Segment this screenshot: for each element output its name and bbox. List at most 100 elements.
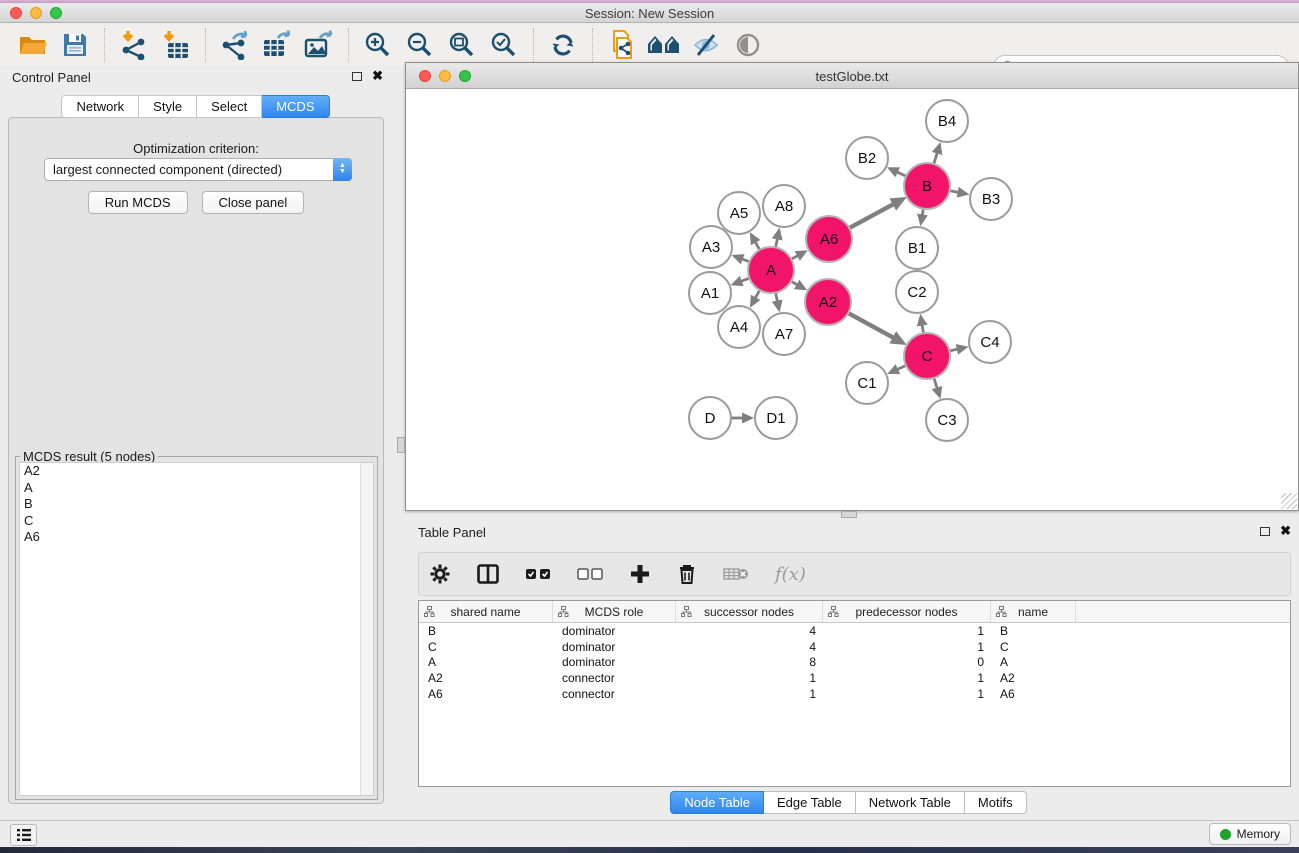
node-label: A: [766, 262, 776, 279]
table-cell: A6: [419, 687, 553, 701]
table-cell: 1: [676, 687, 823, 701]
edge-A2-C[interactable]: [846, 312, 894, 338]
app-titlebar: Session: New Session: [0, 3, 1299, 23]
zoom-fit-button[interactable]: [444, 28, 480, 62]
close-panel-icon[interactable]: ✖: [1280, 526, 1291, 536]
graph-node-A6[interactable]: A6: [806, 216, 852, 262]
network-graph: B4 B2 B B3 A5A8A6 B1 A3 A C2 A1 A2 A4A7 C4 C C1 C3 D D1: [406, 89, 1297, 510]
run-mcds-button[interactable]: Run MCDS: [88, 191, 188, 214]
graph-node-C1[interactable]: C1: [846, 362, 888, 404]
resize-grip[interactable]: [1281, 493, 1297, 509]
delete-table-button[interactable]: [723, 559, 749, 589]
graph-node-A1[interactable]: A1: [689, 272, 731, 314]
network-canvas[interactable]: B4 B2 B B3 A5A8A6 B1 A3 A C2 A1 A2 A4A7 C4 C C1 C3 D D1: [406, 89, 1298, 510]
graph-node-B4[interactable]: B4: [926, 100, 968, 142]
graph-node-D1[interactable]: D1: [755, 397, 797, 439]
zoom-out-button[interactable]: [402, 28, 438, 62]
columns-icon: [477, 564, 499, 584]
graph-node-A5[interactable]: A5: [718, 192, 760, 234]
tab-motifs[interactable]: Motifs: [965, 791, 1027, 814]
graph-node-A7[interactable]: A7: [763, 313, 805, 355]
function-builder-button[interactable]: f(x): [775, 559, 806, 589]
node-label: A1: [701, 285, 719, 302]
edge-A6-B[interactable]: [848, 204, 895, 229]
column-header-shared-name[interactable]: shared name: [419, 601, 553, 622]
tab-network[interactable]: Network: [61, 95, 139, 118]
node-label: B2: [858, 150, 876, 167]
graph-node-B[interactable]: B: [904, 163, 950, 209]
open-session-button[interactable]: [15, 28, 51, 62]
show-columns-button[interactable]: [477, 559, 499, 589]
select-all-button[interactable]: [525, 559, 551, 589]
close-panel-icon[interactable]: ✖: [372, 71, 383, 81]
panel-divider-handle[interactable]: [841, 511, 857, 518]
graph-node-D[interactable]: D: [689, 397, 731, 439]
deselect-all-button[interactable]: [577, 559, 603, 589]
criterion-select[interactable]: largest connected component (directed) ▲…: [44, 158, 352, 181]
create-column-button[interactable]: [629, 559, 651, 589]
graph-node-B2[interactable]: B2: [846, 137, 888, 179]
export-table-button[interactable]: [259, 28, 295, 62]
table-row[interactable]: Cdominator41C: [419, 639, 1290, 655]
column-header-predecessor-nodes[interactable]: predecessor nodes: [823, 601, 991, 622]
tab-network-table[interactable]: Network Table: [856, 791, 965, 814]
scrollbar[interactable]: [360, 463, 373, 795]
session-title: Session: New Session: [0, 6, 1299, 21]
network-overview-button[interactable]: [730, 28, 766, 62]
mcds-result-item[interactable]: A2: [20, 463, 373, 480]
zoom-fit-icon: [448, 31, 476, 59]
float-panel-icon[interactable]: [352, 72, 362, 81]
float-panel-icon[interactable]: [1260, 527, 1270, 536]
save-session-button[interactable]: [57, 28, 93, 62]
hide-graphics-details-button[interactable]: [688, 28, 724, 62]
mcds-result-item[interactable]: C: [20, 513, 373, 530]
graph-node-A8[interactable]: A8: [763, 185, 805, 227]
export-image-button[interactable]: [301, 28, 337, 62]
import-table-button[interactable]: [158, 28, 194, 62]
memory-button[interactable]: Memory: [1209, 823, 1291, 845]
column-header-successor-nodes[interactable]: successor nodes: [676, 601, 823, 622]
table-row[interactable]: Adominator80A: [419, 654, 1290, 670]
table-row[interactable]: A6connector11A6: [419, 686, 1290, 702]
graph-node-C3[interactable]: C3: [926, 399, 968, 441]
column-header-MCDS-role[interactable]: MCDS role: [553, 601, 676, 622]
graph-node-B3[interactable]: B3: [970, 178, 1012, 220]
panel-divider-handle[interactable]: [397, 437, 405, 453]
delete-column-button[interactable]: [677, 559, 697, 589]
tab-select[interactable]: Select: [197, 95, 262, 118]
tab-edge-table[interactable]: Edge Table: [764, 791, 856, 814]
table-mode-button[interactable]: [429, 559, 451, 589]
graph-node-C[interactable]: C: [904, 333, 950, 379]
mcds-result-item[interactable]: B: [20, 496, 373, 513]
close-panel-button[interactable]: Close panel: [202, 191, 305, 214]
duplicate-network-button[interactable]: [604, 28, 640, 62]
refresh-button[interactable]: [545, 28, 581, 62]
first-neighbors-button[interactable]: [646, 28, 682, 62]
export-network-button[interactable]: [217, 28, 253, 62]
mcds-result-list[interactable]: A2ABCA6: [19, 462, 374, 796]
tab-mcds[interactable]: MCDS: [262, 95, 329, 118]
tab-node-table[interactable]: Node Table: [670, 791, 764, 814]
zoom-selected-button[interactable]: [486, 28, 522, 62]
graph-node-A3[interactable]: A3: [690, 226, 732, 268]
graph-node-A4[interactable]: A4: [718, 306, 760, 348]
zoom-in-button[interactable]: [360, 28, 396, 62]
mcds-result-item[interactable]: A: [20, 480, 373, 497]
graph-node-B1[interactable]: B1: [896, 227, 938, 269]
select-stepper-icon: ▲▼: [333, 158, 352, 181]
network-window-titlebar[interactable]: testGlobe.txt: [406, 63, 1298, 89]
table-row[interactable]: A2connector11A2: [419, 670, 1290, 686]
mcds-result-item[interactable]: A6: [20, 529, 373, 546]
table-row[interactable]: Bdominator41B: [419, 623, 1290, 639]
status-bar: Memory: [0, 820, 1299, 847]
tab-style[interactable]: Style: [139, 95, 197, 118]
graph-node-C2[interactable]: C2: [896, 271, 938, 313]
graph-node-C4[interactable]: C4: [969, 321, 1011, 363]
select-all-icon: [525, 568, 551, 580]
graph-node-A[interactable]: A: [748, 247, 794, 293]
column-header-name[interactable]: name: [991, 601, 1076, 622]
task-history-button[interactable]: [10, 824, 37, 846]
save-icon: [62, 32, 88, 58]
graph-node-A2[interactable]: A2: [805, 279, 851, 325]
import-network-button[interactable]: [116, 28, 152, 62]
